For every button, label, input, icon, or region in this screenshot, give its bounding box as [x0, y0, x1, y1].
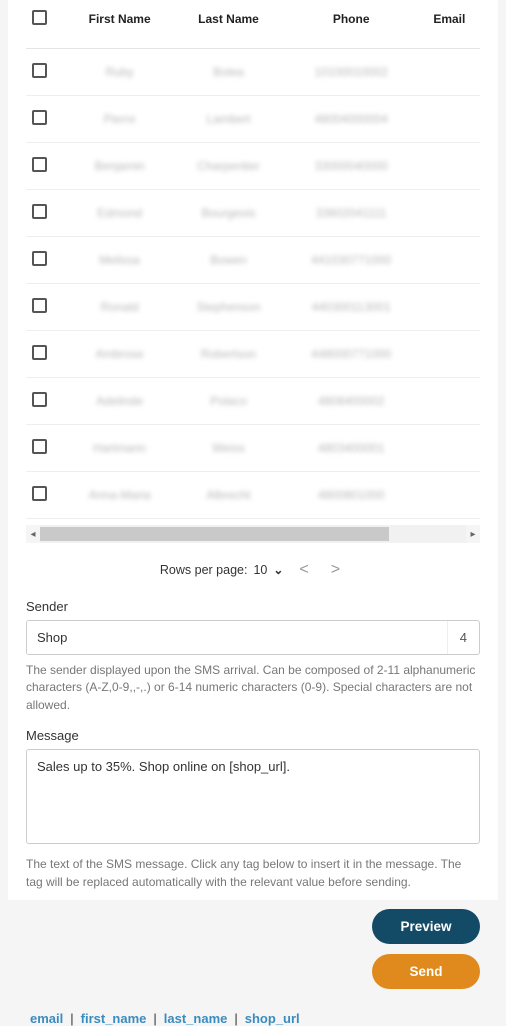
tag-list: email|first_name|last_name|shop_url: [26, 1011, 480, 1026]
scroll-thumb[interactable]: [40, 527, 389, 541]
cell-email: [419, 143, 480, 190]
cell-last: Weiss: [173, 425, 283, 472]
col-phone: Phone: [284, 0, 419, 49]
cell-email: [419, 96, 480, 143]
rows-value: 10: [253, 563, 267, 577]
scroll-right-icon[interactable]: ▸: [466, 525, 480, 543]
col-last-name: Last Name: [173, 0, 283, 49]
cell-phone: 10100010002: [284, 49, 419, 96]
table-row: AdelindePolaco4808400002: [26, 378, 480, 425]
row-checkbox[interactable]: [32, 298, 47, 313]
preview-button[interactable]: Preview: [372, 909, 480, 944]
select-all-checkbox[interactable]: [32, 10, 47, 25]
cell-phone: 441030771000: [284, 237, 419, 284]
cell-first: Anna-Maria: [66, 472, 173, 519]
table-row: MelissaBowen441030771000: [26, 237, 480, 284]
tag-separator: |: [150, 1011, 159, 1026]
horizontal-scrollbar[interactable]: ◂ ▸: [26, 525, 480, 543]
table-row: PierreLambert48004000004: [26, 96, 480, 143]
cell-first: Pierre: [66, 96, 173, 143]
cell-first: Edmond: [66, 190, 173, 237]
tag-last_name[interactable]: last_name: [160, 1011, 232, 1026]
cell-last: Bowen: [173, 237, 283, 284]
send-button[interactable]: Send: [372, 954, 480, 989]
table-row: AmbroseRobertson448000771000: [26, 331, 480, 378]
recipients-table: First Name Last Name Phone Email RubyBol…: [26, 0, 480, 519]
row-checkbox[interactable]: [32, 63, 47, 78]
sender-char-counter: 4: [447, 621, 479, 654]
row-checkbox[interactable]: [32, 157, 47, 172]
cell-last: Robertson: [173, 331, 283, 378]
cell-last: Stephenson: [173, 284, 283, 331]
sender-label: Sender: [26, 599, 480, 614]
table-row: RonaldStephenson440300113001: [26, 284, 480, 331]
cell-last: Bolea: [173, 49, 283, 96]
row-checkbox[interactable]: [32, 439, 47, 454]
cell-phone: 4808400002: [284, 378, 419, 425]
table-row: HartmannWeiss4803400001: [26, 425, 480, 472]
rows-label: Rows per page:: [160, 563, 248, 577]
cell-email: [419, 237, 480, 284]
cell-phone: 48004000004: [284, 96, 419, 143]
message-help-text: The text of the SMS message. Click any t…: [26, 856, 480, 891]
cell-last: Polaco: [173, 378, 283, 425]
cell-first: Ambrose: [66, 331, 173, 378]
cell-email: [419, 49, 480, 96]
cell-phone: 448000771000: [284, 331, 419, 378]
table-row: Anna-MariaAlbrecht4800801000: [26, 472, 480, 519]
cell-first: Melissa: [66, 237, 173, 284]
table-row: EdmondBourgeois33602041111: [26, 190, 480, 237]
cell-email: [419, 331, 480, 378]
sender-help-text: The sender displayed upon the SMS arriva…: [26, 662, 480, 714]
cell-first: Benjamin: [66, 143, 173, 190]
cell-first: Adelinde: [66, 378, 173, 425]
row-checkbox[interactable]: [32, 251, 47, 266]
tag-separator: |: [231, 1011, 240, 1026]
cell-first: Ronald: [66, 284, 173, 331]
cell-email: [419, 190, 480, 237]
col-first-name: First Name: [66, 0, 173, 49]
sender-input[interactable]: [27, 621, 447, 654]
cell-email: [419, 425, 480, 472]
chevron-down-icon: ⌄: [273, 563, 283, 577]
rows-per-page-select[interactable]: Rows per page: 10 ⌄: [160, 563, 284, 577]
next-page-button[interactable]: >: [325, 561, 346, 579]
cell-first: Ruby: [66, 49, 173, 96]
prev-page-button[interactable]: <: [293, 561, 314, 579]
tag-email[interactable]: email: [26, 1011, 67, 1026]
cell-last: Albrecht: [173, 472, 283, 519]
cell-phone: 33602041111: [284, 190, 419, 237]
cell-phone: 440300113001: [284, 284, 419, 331]
message-label: Message: [26, 728, 480, 743]
table-row: RubyBolea10100010002: [26, 49, 480, 96]
row-checkbox[interactable]: [32, 392, 47, 407]
row-checkbox[interactable]: [32, 204, 47, 219]
row-checkbox[interactable]: [32, 486, 47, 501]
message-textarea[interactable]: [26, 749, 480, 844]
cell-email: [419, 284, 480, 331]
col-email: Email: [419, 0, 480, 49]
tag-first_name[interactable]: first_name: [77, 1011, 151, 1026]
cell-first: Hartmann: [66, 425, 173, 472]
row-checkbox[interactable]: [32, 110, 47, 125]
cell-email: [419, 378, 480, 425]
cell-last: Bourgeois: [173, 190, 283, 237]
cell-last: Lambert: [173, 96, 283, 143]
cell-email: [419, 472, 480, 519]
tag-separator: |: [67, 1011, 76, 1026]
tag-shop_url[interactable]: shop_url: [241, 1011, 304, 1026]
cell-last: Charpentier: [173, 143, 283, 190]
cell-phone: 4803400001: [284, 425, 419, 472]
row-checkbox[interactable]: [32, 345, 47, 360]
table-row: BenjaminCharpentier33000040000: [26, 143, 480, 190]
cell-phone: 4800801000: [284, 472, 419, 519]
cell-phone: 33000040000: [284, 143, 419, 190]
scroll-left-icon[interactable]: ◂: [26, 525, 40, 543]
